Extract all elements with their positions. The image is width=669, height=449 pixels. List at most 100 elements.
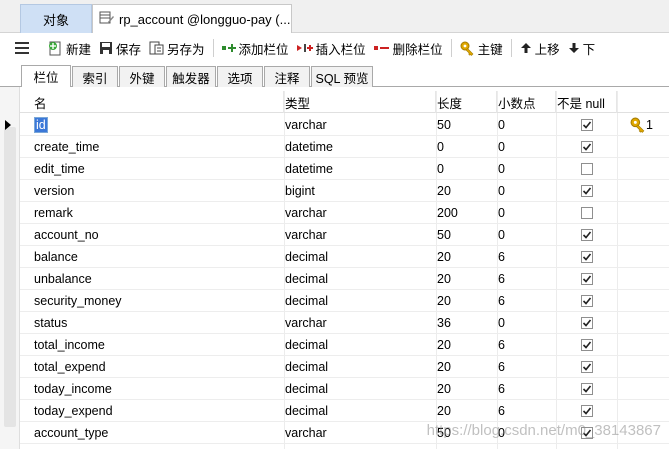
- field-length-cell[interactable]: 0: [437, 136, 497, 158]
- not-null-checkbox[interactable]: [581, 405, 593, 417]
- insert-column-button[interactable]: 插入栏位: [293, 36, 370, 60]
- field-type-cell[interactable]: decimal: [285, 290, 435, 312]
- not-null-checkbox[interactable]: [581, 163, 593, 175]
- field-length-cell[interactable]: 20: [437, 400, 497, 422]
- table-row[interactable]: account_no varchar 50 0: [20, 224, 669, 246]
- field-type-cell[interactable]: varchar: [285, 202, 435, 224]
- field-type-cell[interactable]: varchar: [285, 224, 435, 246]
- field-name-cell[interactable]: edit_time: [34, 158, 284, 180]
- save-as-button[interactable]: 另存为: [145, 36, 209, 60]
- field-decimals-cell[interactable]: 6: [498, 400, 556, 422]
- field-length-cell[interactable]: 50: [437, 114, 497, 136]
- field-decimals-cell[interactable]: 0: [498, 224, 556, 246]
- field-type-cell[interactable]: decimal: [285, 268, 435, 290]
- field-name-cell[interactable]: total_expend: [34, 356, 284, 378]
- field-name-cell[interactable]: id: [34, 114, 284, 136]
- field-type-cell[interactable]: datetime: [285, 158, 435, 180]
- table-design-tab[interactable]: rp_account @longguo-pay (...: [92, 4, 292, 33]
- field-decimals-cell[interactable]: 6: [498, 378, 556, 400]
- not-null-checkbox[interactable]: [581, 141, 593, 153]
- field-decimals-cell[interactable]: 0: [498, 114, 556, 136]
- field-length-cell[interactable]: 36: [437, 312, 497, 334]
- move-up-button[interactable]: 上移: [516, 36, 564, 60]
- field-decimals-cell[interactable]: 6: [498, 334, 556, 356]
- field-name-cell[interactable]: remark: [34, 202, 284, 224]
- field-name-cell[interactable]: balance: [34, 246, 284, 268]
- field-type-cell[interactable]: decimal: [285, 378, 435, 400]
- tab-sql-preview[interactable]: SQL 预览: [311, 66, 373, 87]
- tab-comments[interactable]: 注释: [264, 66, 310, 87]
- header-name[interactable]: 名: [20, 91, 284, 113]
- new-button[interactable]: 新建: [44, 36, 95, 60]
- table-row[interactable]: security_money decimal 20 6: [20, 290, 669, 312]
- field-decimals-cell[interactable]: 6: [498, 356, 556, 378]
- field-type-cell[interactable]: decimal: [285, 334, 435, 356]
- field-type-cell[interactable]: varchar: [285, 422, 435, 444]
- table-row[interactable]: edit_time datetime 0 0: [20, 158, 669, 180]
- field-name-cell[interactable]: create_time: [34, 136, 284, 158]
- table-row[interactable]: total_expend decimal 20 6: [20, 356, 669, 378]
- field-decimals-cell[interactable]: 0: [498, 136, 556, 158]
- not-null-checkbox[interactable]: [581, 229, 593, 241]
- field-name-cell[interactable]: version: [34, 180, 284, 202]
- field-length-cell[interactable]: 50: [437, 224, 497, 246]
- table-row[interactable]: status varchar 36 0: [20, 312, 669, 334]
- not-null-checkbox[interactable]: [581, 383, 593, 395]
- table-row[interactable]: remark varchar 200 0: [20, 202, 669, 224]
- field-type-cell[interactable]: decimal: [285, 400, 435, 422]
- field-type-cell[interactable]: bigint: [285, 180, 435, 202]
- field-length-cell[interactable]: 20: [437, 290, 497, 312]
- not-null-checkbox[interactable]: [581, 295, 593, 307]
- field-length-cell[interactable]: 20: [437, 268, 497, 290]
- tab-indexes[interactable]: 索引: [72, 66, 118, 87]
- header-not-null[interactable]: 不是 null: [543, 91, 617, 113]
- tab-triggers[interactable]: 触发器: [166, 66, 216, 87]
- field-type-cell[interactable]: varchar: [285, 114, 435, 136]
- objects-tab[interactable]: 对象: [20, 4, 92, 33]
- not-null-checkbox[interactable]: [581, 273, 593, 285]
- tab-fields[interactable]: 栏位: [21, 65, 71, 87]
- table-row[interactable]: unbalance decimal 20 6: [20, 268, 669, 290]
- move-down-button[interactable]: 下: [564, 36, 600, 60]
- field-name-cell[interactable]: account_type: [34, 422, 284, 444]
- save-button[interactable]: 保存: [95, 36, 145, 60]
- table-row[interactable]: id varchar 50 0 1: [5, 114, 669, 136]
- field-name-cell[interactable]: security_money: [34, 290, 284, 312]
- field-decimals-cell[interactable]: 0: [498, 158, 556, 180]
- field-decimals-cell[interactable]: 0: [498, 180, 556, 202]
- add-column-button[interactable]: 添加栏位: [218, 36, 293, 60]
- field-length-cell[interactable]: 200: [437, 202, 497, 224]
- table-row[interactable]: balance decimal 20 6: [20, 246, 669, 268]
- field-type-cell[interactable]: decimal: [285, 246, 435, 268]
- tab-options[interactable]: 选项: [217, 66, 263, 87]
- delete-column-button[interactable]: 删除栏位: [370, 36, 447, 60]
- field-name-cell[interactable]: status: [34, 312, 284, 334]
- field-length-cell[interactable]: 20: [437, 334, 497, 356]
- field-name-cell[interactable]: today_income: [34, 378, 284, 400]
- primary-key-button[interactable]: 主键: [456, 36, 507, 60]
- field-type-cell[interactable]: datetime: [285, 136, 435, 158]
- field-name-cell[interactable]: today_expend: [34, 400, 284, 422]
- header-type[interactable]: 类型: [271, 91, 436, 113]
- field-length-cell[interactable]: 20: [437, 246, 497, 268]
- not-null-checkbox[interactable]: [581, 339, 593, 351]
- field-type-cell[interactable]: decimal: [285, 356, 435, 378]
- field-type-cell[interactable]: varchar: [285, 312, 435, 334]
- not-null-checkbox[interactable]: [581, 317, 593, 329]
- not-null-checkbox[interactable]: [581, 361, 593, 373]
- field-length-cell[interactable]: 20: [437, 356, 497, 378]
- not-null-checkbox[interactable]: [581, 119, 593, 131]
- field-length-cell[interactable]: 20: [437, 378, 497, 400]
- table-row[interactable]: today_expend decimal 20 6: [20, 400, 669, 422]
- field-decimals-cell[interactable]: 0: [498, 202, 556, 224]
- field-decimals-cell[interactable]: 6: [498, 290, 556, 312]
- left-scrollbar[interactable]: [4, 127, 16, 427]
- menu-button[interactable]: [0, 33, 44, 63]
- field-decimals-cell[interactable]: 6: [498, 268, 556, 290]
- field-name-cell[interactable]: unbalance: [34, 268, 284, 290]
- not-null-checkbox[interactable]: [581, 185, 593, 197]
- tab-foreign-keys[interactable]: 外键: [119, 66, 165, 87]
- not-null-checkbox[interactable]: [581, 207, 593, 219]
- field-length-cell[interactable]: 20: [437, 180, 497, 202]
- field-decimals-cell[interactable]: 0: [498, 312, 556, 334]
